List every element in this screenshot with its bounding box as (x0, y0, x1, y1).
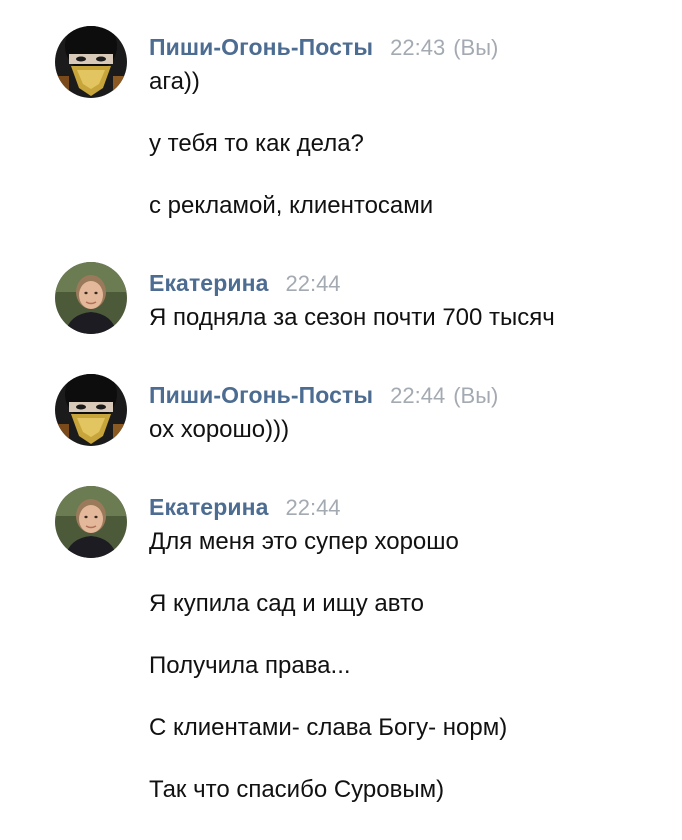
message-text: с рекламой, клиентосами (149, 192, 434, 219)
message-header: Екатерина 22:44 (149, 270, 341, 298)
message-text: ага)) (149, 68, 200, 95)
message-text: Я купила сад и ищу авто (149, 590, 425, 617)
avatar[interactable] (55, 374, 127, 446)
timestamp[interactable]: 22:43 (390, 35, 445, 61)
author-name[interactable]: Екатерина (149, 270, 268, 297)
timestamp[interactable]: 22:44 (285, 495, 340, 521)
message-text: ох хорошо))) (149, 416, 290, 443)
message-text: у тебя то как дела? (149, 130, 364, 157)
message-header: Екатерина 22:44 (149, 494, 341, 522)
message-header: Пиши-Огонь-Посты 22:44 (Вы) (149, 382, 498, 410)
you-label: (Вы) (453, 383, 499, 408)
message-text: Для меня это супер хорошо (149, 528, 459, 555)
avatar[interactable] (55, 26, 127, 98)
avatar[interactable] (55, 486, 127, 558)
message-header: Пиши-Огонь-Посты 22:43 (Вы) (149, 34, 498, 62)
message-text: Так что спасибо Суровым) (149, 776, 445, 803)
masked-ninja-icon (55, 26, 127, 98)
avatar[interactable] (55, 262, 127, 334)
message-text: Получила права... (149, 652, 351, 679)
timestamp[interactable]: 22:44 (285, 271, 340, 297)
author-name[interactable]: Пиши-Огонь-Посты (149, 34, 373, 61)
you-label: (Вы) (453, 35, 499, 60)
author-name[interactable]: Екатерина (149, 494, 268, 521)
woman-portrait-icon (55, 486, 127, 558)
masked-ninja-icon (55, 374, 127, 446)
timestamp[interactable]: 22:44 (390, 383, 445, 409)
author-name[interactable]: Пиши-Огонь-Посты (149, 382, 373, 409)
message-text: Я подняла за сезон почти 700 тысяч (149, 304, 555, 331)
message-text: С клиентами- слава Богу- норм) (149, 714, 508, 741)
woman-portrait-icon (55, 262, 127, 334)
